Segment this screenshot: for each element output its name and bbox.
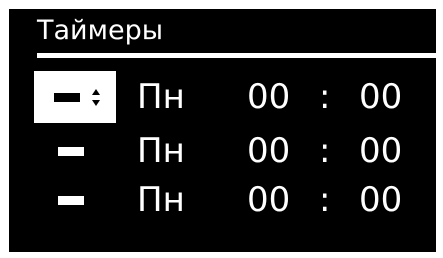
timer-minute-field[interactable]: 00 bbox=[359, 71, 402, 123]
arrow-down-icon[interactable] bbox=[92, 99, 100, 106]
timer-hour-field[interactable]: 00 bbox=[247, 125, 290, 177]
off-state-dash bbox=[54, 92, 80, 102]
timer-day-field[interactable]: Пн bbox=[137, 71, 185, 123]
timer-row-2[interactable]: Пн 00 : 00 bbox=[9, 125, 436, 177]
title-underline bbox=[37, 53, 440, 58]
timer-day-field[interactable]: Пн bbox=[137, 174, 185, 226]
up-down-arrows-icon[interactable] bbox=[92, 88, 100, 106]
time-separator: : bbox=[319, 131, 331, 171]
timer-state-field[interactable] bbox=[34, 71, 116, 123]
timer-row-1[interactable]: Пн 00 : 00 bbox=[9, 71, 436, 123]
timer-hour-field[interactable]: 00 bbox=[247, 174, 290, 226]
timer-minute-field[interactable]: 00 bbox=[359, 174, 402, 226]
off-state-dash bbox=[58, 146, 84, 156]
arrow-up-icon[interactable] bbox=[92, 88, 100, 95]
timer-minute-field[interactable]: 00 bbox=[359, 125, 402, 177]
timer-state-field[interactable] bbox=[34, 125, 116, 177]
time-separator: : bbox=[319, 77, 331, 117]
screen-title: Таймеры bbox=[37, 15, 164, 46]
off-state-dash bbox=[58, 195, 84, 205]
timer-state-field[interactable] bbox=[34, 174, 116, 226]
timer-row-3[interactable]: Пн 00 : 00 bbox=[9, 174, 436, 226]
time-separator: : bbox=[319, 180, 331, 220]
timer-day-field[interactable]: Пн bbox=[137, 125, 185, 177]
display-screen: Таймеры Пн 00 : 00 Пн 00 : 00 Пн 00 : 00 bbox=[9, 9, 440, 252]
timer-hour-field[interactable]: 00 bbox=[247, 71, 290, 123]
